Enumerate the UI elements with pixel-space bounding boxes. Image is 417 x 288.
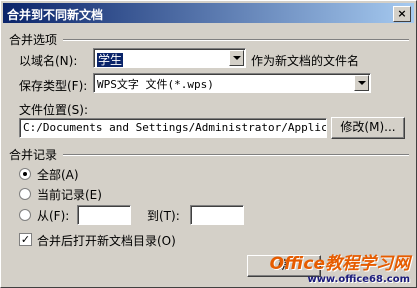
merge-dialog: 合并到不同新文档 × 合并选项 以域名(N): 学生 作为新文档的文件名 保存类… (0, 0, 417, 288)
domain-label: 以域名(N): (19, 54, 78, 68)
radio-all[interactable] (19, 168, 31, 180)
close-icon[interactable]: × (393, 6, 411, 22)
radio-current-label: 当前记录(E) (37, 188, 102, 202)
merge-records-group-title: 合并记录 (9, 148, 58, 162)
modify-button[interactable]: 修改(M)... (331, 117, 405, 139)
title-bar: 合并到不同新文档 × (3, 3, 414, 23)
location-value: C:/Documents and Settings/Administrator/… (23, 121, 327, 134)
location-label: 文件位置(S): (19, 103, 89, 117)
radio-current[interactable] (19, 188, 31, 200)
save-type-select[interactable]: WPS文字 文件(*.wps) (93, 73, 371, 93)
watermark-logo: Office教程学习网 www.office68.com (270, 249, 410, 285)
domain-hint: 作为新文档的文件名 (251, 54, 360, 68)
save-type-label: 保存类型(F): (19, 79, 88, 93)
domain-value: 学生 (97, 53, 124, 67)
to-input[interactable] (190, 205, 244, 225)
domain-select[interactable]: 学生 (93, 48, 246, 68)
location-input[interactable]: C:/Documents and Settings/Administrator/… (19, 118, 327, 138)
open-after-label: 合并后打开新文档目录(O) (37, 234, 176, 248)
chevron-down-icon[interactable] (229, 50, 244, 66)
merge-records-divider (63, 154, 409, 156)
window-title: 合并到不同新文档 (7, 8, 104, 22)
save-type-value: WPS文字 文件(*.wps) (97, 78, 214, 91)
chevron-down-icon[interactable] (354, 75, 369, 91)
radio-range[interactable] (19, 209, 31, 221)
open-after-checkbox[interactable]: ✓ (19, 233, 32, 246)
watermark-text: Office教程学习网 (269, 254, 410, 274)
to-label: 到(T): (147, 209, 180, 223)
merge-options-group-title: 合并选项 (9, 33, 58, 47)
from-input[interactable] (77, 205, 131, 225)
merge-options-divider (63, 39, 409, 41)
radio-all-label: 全部(A) (37, 168, 79, 182)
watermark-url: www.office68.com (307, 274, 410, 285)
from-label: 从(F): (37, 209, 70, 223)
